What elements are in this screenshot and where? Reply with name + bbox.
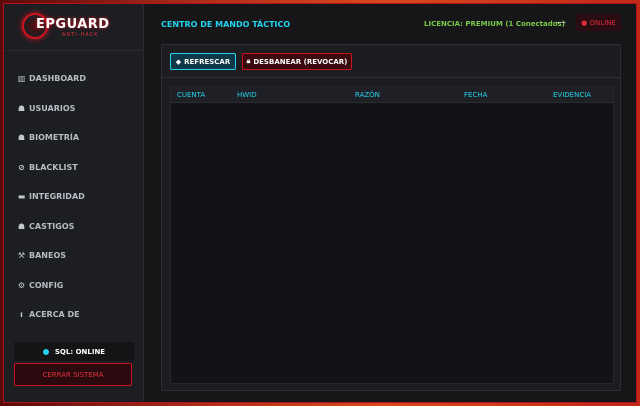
sql-status: SQL: ONLINE [14, 342, 134, 361]
sidebar-item-label: USUARIOS [29, 103, 76, 113]
info-icon: ı [20, 309, 23, 319]
sidebar-item-config[interactable]: ⚙ CONFIG [16, 277, 63, 293]
sidebar-item-castigos[interactable]: ☗ CASTIGOS [16, 218, 74, 234]
column-header-hwid[interactable]: HWID [237, 91, 257, 99]
refresh-button[interactable]: ◆ REFRESCAR [170, 53, 236, 70]
logo-text: EPGUARD [36, 17, 110, 32]
refresh-icon: ◆ [175, 57, 182, 66]
sidebar-item-blacklist[interactable]: ⊘ BLACKLIST [16, 159, 78, 175]
unban-label: DESBANEAR (REVOCAR) [253, 57, 348, 66]
status-dot-icon [42, 348, 49, 355]
lock-icon: 🔒︎ [246, 57, 251, 65]
table-header: CUENTA HWID RAZÓN FECHA EVIDENCIA [171, 87, 613, 103]
sidebar-item-label: BANEOS [29, 250, 67, 260]
column-header-fecha[interactable]: FECHA [464, 91, 487, 99]
ban-icon: ⊘ [18, 162, 25, 172]
sidebar-item-biometria[interactable]: ☗ BIOMETRÍA [16, 129, 79, 145]
sidebar-item-integridad[interactable]: ▬ INTEGRIDAD [16, 188, 85, 204]
bans-table[interactable]: CUENTA HWID RAZÓN FECHA EVIDENCIA [170, 86, 614, 384]
minimize-button[interactable]: — [556, 17, 566, 28]
sidebar-item-label: CONFIG [29, 280, 64, 290]
sidebar-item-label: DASHBOARD [29, 73, 86, 83]
sidebar: EPGUARD ANTI-HACK ▥ DASHBOARD ☗ USUARIOS… [4, 4, 144, 402]
dashboard-icon: ▥ [17, 73, 26, 83]
logo-subtitle: ANTI-HACK [62, 32, 99, 38]
sidebar-item-label: ACERCA DE [29, 309, 80, 319]
sidebar-item-acerca-de[interactable]: ı ACERCA DE [16, 306, 80, 322]
sidebar-item-baneos[interactable]: ⚒ BANEOS [16, 247, 66, 263]
hammer-icon: ⚒ [17, 250, 26, 260]
column-header-razon[interactable]: RAZÓN [355, 91, 380, 99]
gear-icon: ⚙ [17, 280, 26, 290]
sidebar-item-usuarios[interactable]: ☗ USUARIOS [16, 100, 76, 116]
logout-button[interactable]: CERRAR SISTEMA [14, 363, 132, 386]
online-badge: ● ONLINE [576, 14, 621, 31]
sidebar-item-label: CASTIGOS [29, 221, 75, 231]
license-status: LICENCIA: PREMIUM (1 Conectados) [424, 20, 565, 28]
column-header-cuenta[interactable]: CUENTA [177, 91, 205, 99]
integrity-icon: ▬ [17, 191, 26, 201]
biometrics-icon: ☗ [17, 132, 26, 142]
sidebar-item-label: BLACKLIST [29, 162, 78, 172]
unban-button[interactable]: 🔒︎ DESBANEAR (REVOCAR) [242, 53, 352, 70]
sidebar-item-dashboard[interactable]: ▥ DASHBOARD [16, 70, 86, 86]
column-header-evidencia[interactable]: EVIDENCIA [553, 91, 591, 99]
divider [162, 77, 620, 78]
page-title: CENTRO DE MANDO TÁCTICO [161, 20, 291, 29]
bans-panel: ◆ REFRESCAR 🔒︎ DESBANEAR (REVOCAR) CUENT… [161, 44, 621, 391]
sql-status-label: SQL: ONLINE [54, 347, 106, 356]
sidebar-item-label: INTEGRIDAD [29, 191, 85, 201]
sidebar-item-label: BIOMETRÍA [29, 132, 80, 142]
app-window: EPGUARD ANTI-HACK ▥ DASHBOARD ☗ USUARIOS… [3, 3, 637, 403]
users-icon: ☗ [17, 103, 26, 113]
logo: EPGUARD ANTI-HACK [4, 4, 144, 51]
refresh-label: REFRESCAR [184, 57, 231, 66]
punishments-icon: ☗ [17, 221, 26, 231]
